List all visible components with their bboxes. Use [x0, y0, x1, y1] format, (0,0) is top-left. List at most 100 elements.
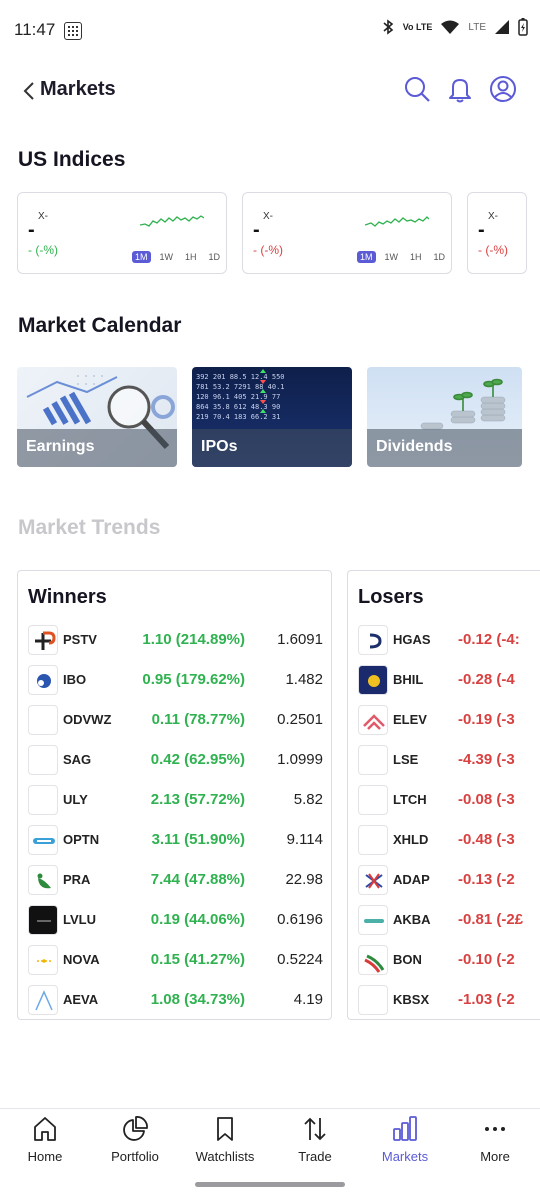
index-card[interactable]: X- - - (-%) 1M 1W 1H 1D [242, 192, 452, 274]
tf-1d[interactable]: 1D [206, 251, 224, 263]
stock-symbol: ULY [63, 792, 88, 807]
stock-change: -0.19 (-3 [458, 711, 515, 728]
nav-markets[interactable]: Markets [360, 1115, 450, 1175]
index-card[interactable]: X- - - (-%) [467, 192, 527, 274]
nav-more-label: More [480, 1149, 510, 1164]
stock-symbol: ELEV [393, 712, 427, 727]
stock-change: -0.48 (-3 [458, 831, 515, 848]
stock-symbol: BHIL [393, 672, 424, 687]
tf-1d[interactable]: 1D [431, 251, 449, 263]
winner-row[interactable]: IBO 0.95 (179.62%) 1.482 [18, 661, 331, 701]
stock-price: 1.0999 [277, 751, 323, 768]
winner-row[interactable]: OPTN 3.11 (51.90%) 9.114 [18, 821, 331, 861]
search-icon[interactable] [402, 74, 432, 104]
svg-text:392 201 88.5 12.4 550: 392 201 88.5 12.4 550 [196, 373, 285, 381]
stock-logo [28, 665, 58, 695]
index-card[interactable]: X- - - (-%) 1M 1W 1H 1D [17, 192, 227, 274]
stock-logo [358, 665, 388, 695]
nav-trade-label: Trade [298, 1149, 332, 1164]
loser-row[interactable]: KBSX -1.03 (-2 [348, 981, 540, 1019]
index-name: X- [38, 211, 48, 222]
svg-text:864 35.8 612 48.3 90: 864 35.8 612 48.3 90 [196, 403, 280, 411]
stock-symbol: XHLD [393, 832, 429, 847]
calendar-dividends-label: Dividends [367, 429, 522, 467]
home-indicator[interactable] [195, 1182, 345, 1187]
tf-1w[interactable]: 1W [382, 251, 402, 263]
winner-row[interactable]: SAG 0.42 (62.95%) 1.0999 [18, 741, 331, 781]
bluetooth-icon [383, 19, 393, 35]
stock-change: -0.08 (-3 [458, 791, 515, 808]
volte-badge: Vo LTE [402, 21, 433, 32]
lte-label: LTE [468, 21, 486, 33]
timeframe-selector: 1M 1W 1H 1D [357, 251, 448, 263]
loser-row[interactable]: BHIL -0.28 (-4 [348, 661, 540, 701]
nav-watchlists-label: Watchlists [195, 1149, 255, 1164]
winner-row[interactable]: ULY 2.13 (57.72%) 5.82 [18, 781, 331, 821]
winner-row[interactable]: ODVWZ 0.11 (78.77%) 0.2501 [18, 701, 331, 741]
tf-1h[interactable]: 1H [407, 251, 425, 263]
stock-change: 0.11 (78.77%) [151, 711, 245, 728]
tf-1m[interactable]: 1M [357, 251, 376, 263]
loser-row[interactable]: AKBA -0.81 (-2£ [348, 901, 540, 941]
stock-change: 0.42 (62.95%) [150, 751, 245, 768]
nav-trade[interactable]: Trade [270, 1115, 360, 1175]
index-name: X- [263, 211, 273, 222]
status-icons: Vo LTE LTE [381, 18, 528, 36]
svg-text:120 96.1 405 21.9 77: 120 96.1 405 21.9 77 [196, 393, 280, 401]
stock-symbol: LTCH [393, 792, 427, 807]
loser-row[interactable]: LSE -4.39 (-3 [348, 741, 540, 781]
stock-symbol: BON [393, 952, 422, 967]
nav-watchlists[interactable]: Watchlists [180, 1115, 270, 1175]
back-arrow-icon[interactable] [20, 78, 42, 104]
page-title: Markets [40, 78, 116, 100]
stock-logo [358, 705, 388, 735]
winner-row[interactable]: AEVA 1.08 (34.73%) 4.19 [18, 981, 331, 1019]
stock-logo [28, 785, 58, 815]
stock-change: -1.03 (-2 [458, 991, 515, 1008]
calendar-dividends-card[interactable]: Dividends [367, 367, 522, 467]
loser-row[interactable]: HGAS -0.12 (-4: [348, 621, 540, 661]
wifi-icon [441, 20, 460, 34]
stock-change: 3.11 (51.90%) [151, 831, 245, 848]
nav-home[interactable]: Home [0, 1115, 90, 1175]
svg-text:219 70.4 183 66.2 31: 219 70.4 183 66.2 31 [196, 413, 280, 421]
stock-logo [358, 825, 388, 855]
stock-symbol: AKBA [393, 912, 431, 927]
nav-more[interactable]: More [450, 1115, 540, 1175]
stock-change: -0.28 (-4 [458, 671, 515, 688]
tf-1h[interactable]: 1H [182, 251, 200, 263]
loser-row[interactable]: XHLD -0.48 (-3 [348, 821, 540, 861]
index-name: X- [488, 211, 498, 222]
nav-portfolio-label: Portfolio [111, 1149, 159, 1164]
stock-change: -0.12 (-4: [458, 631, 520, 648]
stock-logo [28, 985, 58, 1015]
index-change: - (-%) [28, 243, 58, 257]
loser-row[interactable]: BON -0.10 (-2 [348, 941, 540, 981]
loser-row[interactable]: ELEV -0.19 (-3 [348, 701, 540, 741]
tf-1m[interactable]: 1M [132, 251, 151, 263]
stock-change: 2.13 (57.72%) [150, 791, 245, 808]
index-value: - [478, 219, 485, 241]
tf-1w[interactable]: 1W [157, 251, 177, 263]
stock-price: 9.114 [286, 831, 323, 848]
profile-icon[interactable] [488, 74, 518, 104]
winner-row[interactable]: PSTV 1.10 (214.89%) 1.6091 [18, 621, 331, 661]
stock-logo [358, 865, 388, 895]
stock-symbol: IBO [63, 672, 87, 687]
sparkline-chart [365, 216, 429, 227]
calendar-earnings-card[interactable]: Earnings [17, 367, 177, 467]
stock-logo [28, 825, 58, 855]
home-icon [34, 1117, 56, 1141]
winner-row[interactable]: PRA 7.44 (47.88%) 22.98 [18, 861, 331, 901]
stock-logo [28, 905, 58, 935]
calendar-ipos-card[interactable]: 392 201 88.5 12.4 550 781 53.2 7291 88 4… [192, 367, 352, 467]
loser-row[interactable]: ADAP -0.13 (-2 [348, 861, 540, 901]
bell-icon[interactable] [445, 74, 475, 104]
winner-row[interactable]: LVLU 0.19 (44.06%) 0.6196 [18, 901, 331, 941]
nav-portfolio[interactable]: Portfolio [90, 1115, 180, 1175]
index-change: - (-%) [253, 243, 283, 257]
stock-logo [358, 625, 388, 655]
loser-row[interactable]: LTCH -0.08 (-3 [348, 781, 540, 821]
winner-row[interactable]: NOVA 0.15 (41.27%) 0.5224 [18, 941, 331, 981]
stock-price: 1.482 [285, 671, 323, 688]
